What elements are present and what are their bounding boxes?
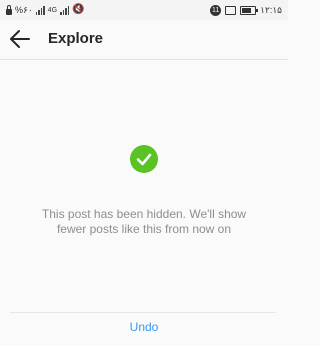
battery-percent: %۶۰ — [15, 4, 33, 15]
mute-icon: 🔇 — [72, 4, 85, 15]
signal-icon — [35, 5, 45, 15]
image-icon — [225, 5, 237, 15]
app-header: Explore — [0, 20, 288, 60]
message-line-2: fewer posts like this from now on — [56, 222, 232, 236]
undo-button[interactable]: Undo — [0, 320, 288, 338]
hidden-post-message: This post has been hidden. We'll show fe… — [0, 207, 288, 237]
notification-badge: 11 — [210, 4, 222, 16]
network-label: 4G — [47, 6, 58, 14]
divider — [10, 312, 276, 313]
status-bar: %۶۰ 4G 🔇 11 ۱۲:۱۵ — [0, 0, 288, 20]
arrow-left-icon[interactable] — [8, 28, 32, 50]
message-line-1: This post has been hidden. We'll show — [41, 207, 247, 221]
checkmark-icon — [130, 145, 158, 173]
status-time: ۱۲:۱۵ — [260, 4, 282, 15]
status-left: %۶۰ 4G 🔇 — [6, 4, 84, 16]
page-title: Explore — [48, 30, 104, 47]
status-right: 11 ۱۲:۱۵ — [210, 4, 282, 16]
battery-icon — [240, 5, 259, 15]
lock-icon — [6, 5, 12, 15]
signal-icon-2 — [60, 5, 70, 15]
